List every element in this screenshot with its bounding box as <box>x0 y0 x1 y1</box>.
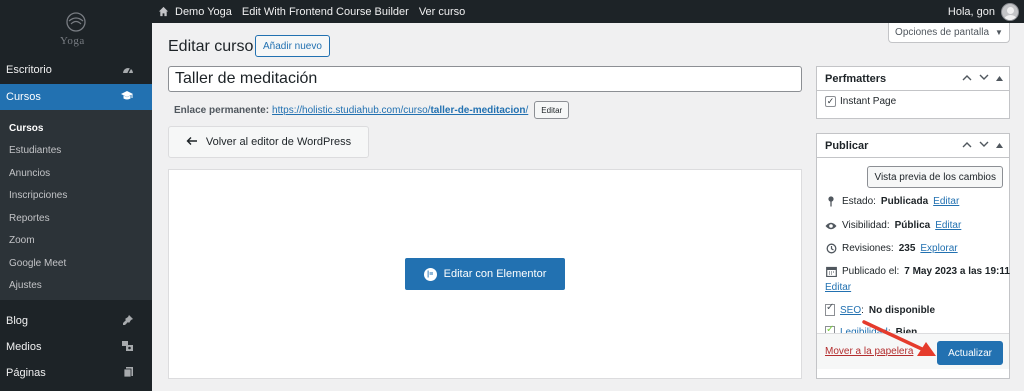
yoga-logo-icon <box>66 12 86 32</box>
edit-slug-button[interactable]: Editar <box>534 101 570 119</box>
post-title-input[interactable]: Taller de meditación <box>168 66 802 92</box>
chevron-down-icon[interactable] <box>979 140 989 151</box>
sidebar-item-blog[interactable]: Blog <box>0 311 152 331</box>
seo-row: SEO: No disponible <box>825 302 936 316</box>
chevron-up-icon[interactable] <box>962 140 972 151</box>
revisions-row: Revisiones: 235 Explorar <box>825 243 958 254</box>
pages-icon <box>123 366 134 381</box>
perfmatters-header: Perfmatters <box>817 67 1009 91</box>
explore-revisions-link[interactable]: Explorar <box>920 243 957 254</box>
submenu-item-inscripciones[interactable]: Inscripciones <box>9 190 67 201</box>
submenu-item-estudiantes[interactable]: Estudiantes <box>9 145 61 156</box>
elementor-logo-icon: |≡ <box>423 267 437 281</box>
submenu-item-google-meet[interactable]: Google Meet <box>9 258 66 269</box>
page-title: Editar curso <box>168 38 254 55</box>
caret-down-icon: ▼ <box>995 28 1003 37</box>
perfmatters-box: Perfmatters ✓ Instant Page <box>816 66 1010 119</box>
permalink-base: https://holistic.studiahub.com/curso/ <box>272 104 431 116</box>
publish-header: Publicar <box>817 134 1009 158</box>
sidebar-item-label: Blog <box>6 315 29 327</box>
submenu-item-ajustes[interactable]: Ajustes <box>9 280 42 291</box>
site-name: Demo Yoga <box>175 5 232 18</box>
back-to-wordpress-editor-button[interactable]: Volver al editor de WordPress <box>168 126 369 158</box>
sidebar-item-label: Escritorio <box>6 64 52 76</box>
status-value: Publicada <box>880 196 929 207</box>
instant-page-label: Instant Page <box>840 96 897 107</box>
edit-status-link[interactable]: Editar <box>933 196 959 207</box>
view-course-link[interactable]: Ver curso <box>414 0 470 23</box>
my-account[interactable]: Hola, gon <box>948 0 1019 23</box>
admin-sidebar: Yoga Escritorio Cursos Cursos Estudiante… <box>0 12 152 391</box>
pin-icon <box>825 196 837 207</box>
permalink-link[interactable]: https://holistic.studiahub.com/curso/tal… <box>272 105 528 116</box>
site-logo[interactable]: Yoga <box>0 12 152 56</box>
update-button[interactable]: Actualizar <box>937 341 1003 365</box>
instant-page-checkbox[interactable]: ✓ <box>825 96 836 107</box>
add-new-button[interactable]: Añadir nuevo <box>255 35 330 57</box>
status-row: Estado: Publicada Editar <box>825 196 959 207</box>
home-icon <box>158 6 169 17</box>
seo-link[interactable]: SEO <box>840 305 861 316</box>
published-value: 7 May 2023 a las 19:11 <box>904 266 1010 277</box>
seo-value: No disponible <box>868 304 936 316</box>
sidebar-item-paginas[interactable]: Páginas <box>0 363 152 383</box>
annotation-arrow-icon <box>862 320 936 356</box>
permalink-label: Enlace permanente: <box>174 104 270 116</box>
screen-options-button[interactable]: Opciones de pantalla ▼ <box>888 23 1010 43</box>
submenu-item-reportes[interactable]: Reportes <box>9 213 50 224</box>
preview-changes-button[interactable]: Vista previa de los cambios <box>867 166 1003 188</box>
logo-text: Yoga <box>60 35 85 47</box>
back-label: Volver al editor de WordPress <box>205 136 352 148</box>
site-home-link[interactable]: Demo Yoga <box>0 0 237 23</box>
eye-icon <box>825 222 837 230</box>
dashboard-icon <box>122 63 134 77</box>
edit-elementor-label: Editar con Elementor <box>443 268 547 280</box>
caret-up-icon[interactable] <box>996 140 1003 151</box>
submenu-item-zoom[interactable]: Zoom <box>9 235 35 246</box>
status-label: Estado: <box>842 196 876 207</box>
instant-page-row[interactable]: ✓ Instant Page <box>817 91 1009 112</box>
calendar-icon <box>825 266 837 277</box>
sidebar-item-cursos[interactable]: Cursos <box>0 84 152 110</box>
edit-date-row: Editar <box>825 281 851 294</box>
screen-options-label: Opciones de pantalla <box>895 27 990 38</box>
courses-submenu: Cursos Estudiantes Anuncios Inscripcione… <box>0 110 152 300</box>
history-icon <box>825 243 837 254</box>
edit-frontend-link[interactable]: Edit With Frontend Course Builder <box>237 0 414 23</box>
published-row: Publicado el: 7 May 2023 a las 19:11 <box>825 266 1010 277</box>
visibility-row: Visibilidad: Pública Editar <box>825 220 961 231</box>
arrow-left-icon <box>186 136 198 149</box>
pin-icon <box>122 314 134 329</box>
edit-date-link[interactable]: Editar <box>825 282 851 293</box>
caret-up-icon[interactable] <box>996 73 1003 84</box>
edit-with-elementor-button[interactable]: |≡ Editar con Elementor <box>405 258 565 290</box>
media-icon <box>121 340 134 355</box>
visibility-label: Visibilidad: <box>842 220 890 231</box>
revisions-label: Revisiones: <box>842 243 894 254</box>
admin-bar: Demo Yoga Edit With Frontend Course Buil… <box>0 0 1024 23</box>
permalink-trailing: / <box>525 104 529 116</box>
visibility-value: Pública <box>894 220 931 231</box>
submenu-item-anuncios[interactable]: Anuncios <box>9 168 50 179</box>
chevron-down-icon[interactable] <box>979 73 989 84</box>
sidebar-item-escritorio[interactable]: Escritorio <box>0 58 152 82</box>
permalink-slug: taller-de-meditacion <box>430 104 526 116</box>
greeting: Hola, gon <box>947 5 995 18</box>
avatar[interactable] <box>1001 2 1019 21</box>
perfmatters-title: Perfmatters <box>825 72 887 85</box>
edit-visibility-link[interactable]: Editar <box>935 220 961 231</box>
publish-title: Publicar <box>825 139 869 152</box>
permalink-row: Enlace permanente: https://holistic.stud… <box>174 101 570 119</box>
sidebar-item-label: Medios <box>6 341 42 353</box>
graduation-cap-icon <box>120 90 134 104</box>
sidebar-item-label: Páginas <box>6 367 46 379</box>
revisions-value: 235 <box>898 243 916 254</box>
sidebar-item-label: Cursos <box>6 91 41 103</box>
chevron-up-icon[interactable] <box>962 73 972 84</box>
published-label: Publicado el: <box>842 266 900 277</box>
seo-score-icon <box>825 302 835 316</box>
sidebar-item-medios[interactable]: Medios <box>0 337 152 357</box>
submenu-item-cursos[interactable]: Cursos <box>9 123 43 134</box>
